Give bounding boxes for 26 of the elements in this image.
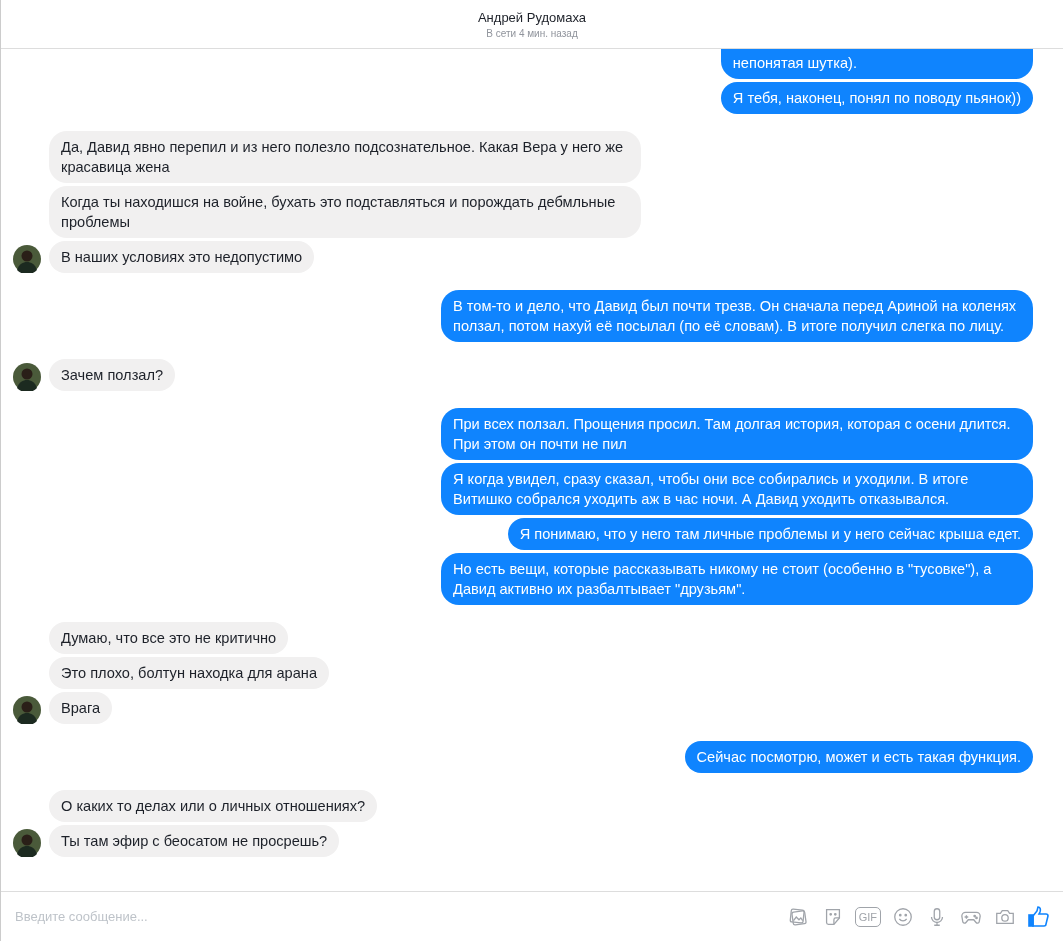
message-bubble: Ты там эфир с беосатом не просрешь? [49,825,340,857]
message-bubble: Думаю, что все это не критично [49,622,289,654]
thumbs-up-icon[interactable] [1027,904,1051,929]
avatar-icon [13,696,41,724]
message-input[interactable]: Введите сообщение... [13,908,777,925]
message-bubble: непонятая шутка). [720,49,1033,79]
contact-name: Андрей Рудомаха [477,9,587,25]
message-bubble: Врага [49,692,113,724]
avatar-icon [13,829,41,857]
message-bubble: Сейчас посмотрю, может и есть такая функция. [684,741,1033,773]
avatar-icon [13,245,41,273]
message-bubble: Я когда увидел, сразу сказал, чтобы они все собирались и уходили. В итоге Витишко собрался уходить аж в час ночи. А Давид уходить отказывался. [441,463,1033,515]
message-bubble: Когда ты находишся на войне, бухать это подставляться и порождать дебмльные проблемы [49,186,641,238]
message-bubble: В том-то и дело, что Давид был почти трезв. Он сначала перед Ариной на коленях ползал, потом нахуй её посылал (по её словам). В итоге получил слегка по лицу. [441,290,1033,342]
message-bubble: Зачем ползал? [49,359,176,391]
message-bubble: В наших условиях это недопустимо [49,241,315,273]
message-bubble: Это плохо, болтун находка для арана [49,657,329,689]
gif-button[interactable]: GIF [854,906,881,927]
message-bubble: О каких то делах или о личных отношениях? [49,790,378,822]
message-bubble: При всех ползал. Прощения просил. Там долгая история, которая с осени длится. При этом он почти не пил [441,408,1033,460]
message-bubble: Я тебя, наконец, понял по поводу пьянок)) [720,82,1033,114]
message-bubble: Но есть вещи, которые рассказывать никому не стоит (особенно в "тусовке"), а Давид активно их разбалтывает "друзьям". [441,553,1033,605]
avatar-icon [13,363,41,391]
message-bubble: Я понимаю, что у него там личные проблемы и у него сейчас крыша едет. [507,518,1033,550]
message-bubble: Да, Давид явно перепил и из него полезло подсознательное. Какая Вера у него же красавица жена [49,131,641,183]
online-status: В сети 4 мин. назад [486,27,578,39]
